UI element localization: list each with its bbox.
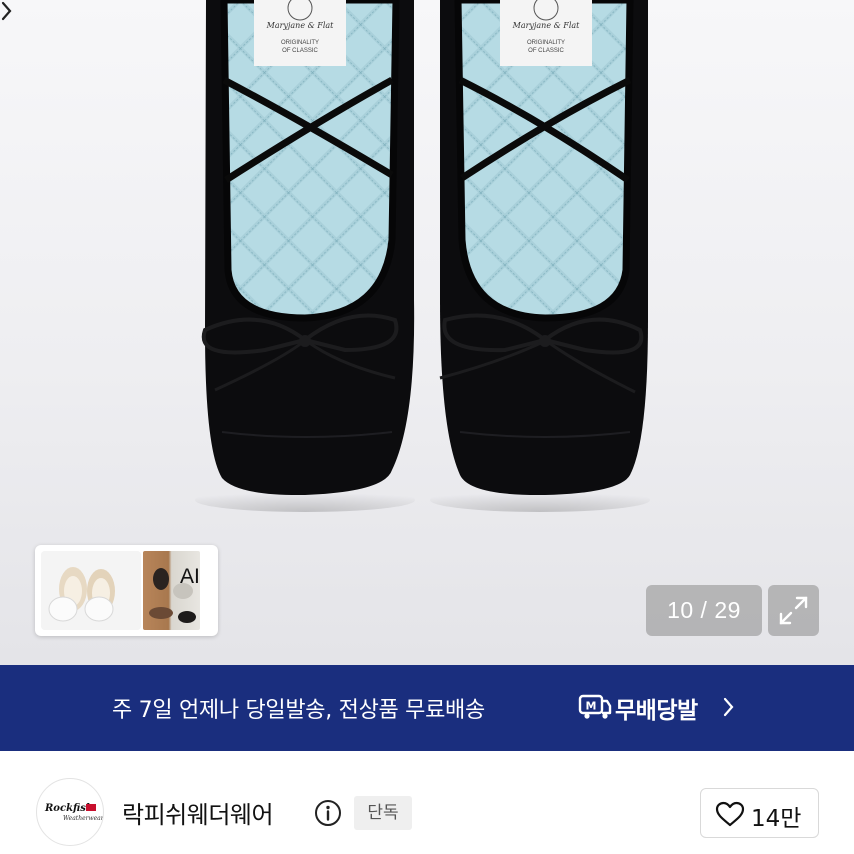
banner-brand: 무배당발	[615, 698, 698, 724]
image-counter: 10 / 29	[646, 585, 762, 636]
ai-similar-products-card[interactable]: AI	[35, 545, 218, 636]
store-logo[interactable]: Rockfish Weatherwear	[36, 778, 104, 846]
like-count: 14만	[751, 806, 802, 832]
chevron-right-icon	[723, 697, 734, 717]
svg-text:ORIGINALITY: ORIGINALITY	[281, 40, 319, 46]
shipping-promo-banner[interactable]: 주 7일 언제나 당일발송, 전상품 무료배송 M 무배당발	[0, 665, 854, 751]
insole-label-right: Maryjane & Flat	[512, 21, 581, 30]
banner-text: 주 7일 언제나 당일발송, 전상품 무료배송	[112, 698, 485, 723]
delivery-truck-icon: M	[578, 694, 612, 719]
exclusive-badge: 단독	[354, 796, 412, 830]
product-image-gallery[interactable]: Maryjane & Flat ORIGINALITY OF CLASSIC M…	[0, 0, 854, 665]
like-button[interactable]: 14만	[700, 788, 819, 838]
chevron-right-icon	[1, 1, 12, 21]
insole-label-left: Maryjane & Flat	[266, 21, 335, 30]
svg-text:ORIGINALITY: ORIGINALITY	[527, 40, 565, 46]
expand-button[interactable]	[768, 585, 819, 636]
uk-flag-icon	[86, 804, 96, 811]
ai-thumbnail-1	[41, 551, 141, 630]
info-icon[interactable]	[314, 799, 342, 827]
expand-icon	[779, 596, 808, 625]
heart-icon	[715, 801, 745, 827]
store-info-row: Rockfish Weatherwear 락피쉬웨더웨어 단독 14만	[0, 751, 854, 854]
ai-thumbnail-2	[143, 551, 200, 630]
svg-text:OF CLASSIC: OF CLASSIC	[282, 48, 318, 54]
store-logo-line2: Weatherwear	[63, 815, 104, 822]
product-page: Maryjane & Flat ORIGINALITY OF CLASSIC M…	[0, 0, 854, 854]
store-name[interactable]: 락피쉬웨더웨어	[122, 795, 274, 830]
ai-label: AI	[180, 565, 200, 588]
svg-text:OF CLASSIC: OF CLASSIC	[528, 48, 564, 54]
svg-text:M: M	[586, 700, 597, 713]
